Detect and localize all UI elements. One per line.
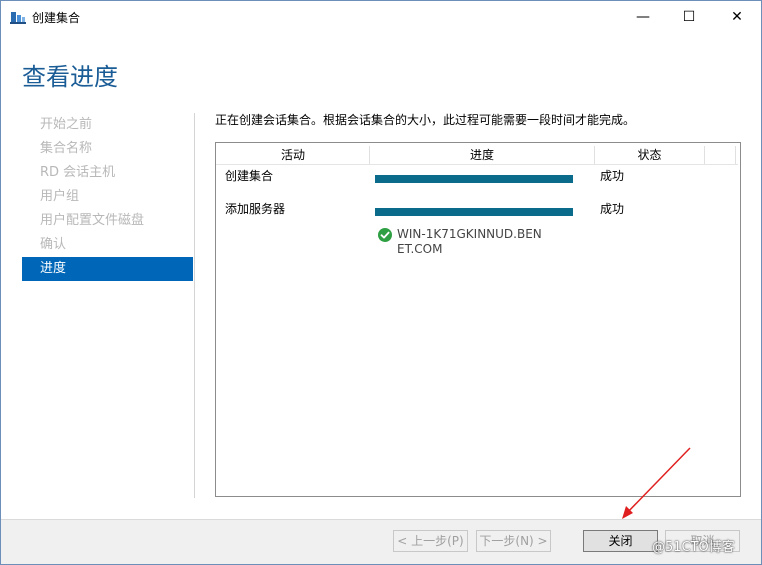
nav-item-before-you-begin: 开始之前 (40, 117, 93, 132)
column-header-activity[interactable]: 活动 (217, 146, 370, 165)
header-divider (216, 164, 738, 165)
nav-item-user-groups: 用户组 (40, 189, 80, 204)
table-header: 活动 进度 状态 (216, 146, 737, 165)
table-row: 创建集合 成功 (216, 167, 738, 197)
title-bar: 创建集合 — ☐ ✕ (1, 1, 761, 33)
table-row: 添加服务器 成功 (216, 200, 738, 230)
minimize-icon: — (636, 9, 650, 25)
nav-item-progress[interactable]: 进度 (22, 257, 193, 281)
previous-button[interactable]: < 上一步(P) (393, 530, 468, 552)
progress-bar-create-collection (375, 175, 573, 183)
maximize-icon: ☐ (682, 9, 696, 25)
page-title: 查看进度 (22, 63, 118, 91)
activity-add-servers: 添加服务器 (225, 202, 286, 216)
nav-item-confirmation: 确认 (40, 237, 67, 252)
nav-divider (194, 113, 195, 498)
server-manager-icon (10, 12, 26, 24)
maximize-button[interactable]: ☐ (666, 1, 712, 33)
window-title: 创建集合 (32, 11, 81, 25)
column-header-empty (705, 146, 736, 165)
check-circle-icon (378, 228, 392, 242)
minimize-button[interactable]: — (620, 1, 666, 33)
progress-intro-text: 正在创建会话集合。根据会话集合的大小，此过程可能需要一段时间才能完成。 (215, 113, 636, 127)
status-add-servers: 成功 (600, 202, 625, 216)
nav-item-user-profile-disks: 用户配置文件磁盘 (40, 213, 145, 228)
column-header-status[interactable]: 状态 (595, 146, 705, 165)
column-header-progress[interactable]: 进度 (370, 146, 595, 165)
close-window-button[interactable]: ✕ (714, 1, 760, 33)
close-button[interactable]: 关闭 (583, 530, 658, 552)
activity-create-collection: 创建集合 (225, 169, 274, 183)
close-icon: ✕ (731, 9, 743, 25)
wizard-nav: 开始之前 集合名称 RD 会话主机 用户组 用户配置文件磁盘 确认 进度 (22, 113, 193, 281)
status-create-collection: 成功 (600, 169, 625, 183)
next-button[interactable]: 下一步(N) > (476, 530, 551, 552)
nav-item-rd-session-host: RD 会话主机 (40, 165, 116, 180)
watermark: @51CTO博客 (652, 540, 735, 555)
progress-bar-add-servers (375, 208, 573, 216)
server-name: WIN-1K71GKINNUD.BENET.COM (397, 227, 542, 256)
nav-item-collection-name: 集合名称 (40, 141, 93, 156)
red-arrow-annotation (622, 447, 691, 519)
